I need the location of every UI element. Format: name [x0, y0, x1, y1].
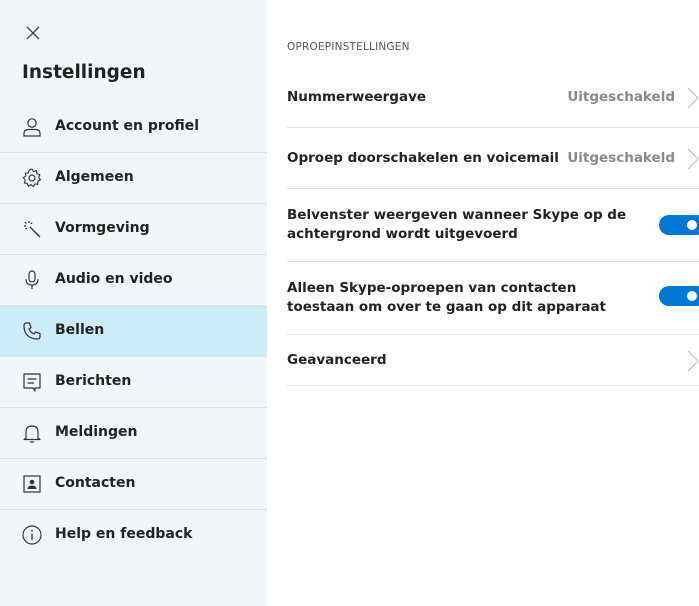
- sidebar-item-label: Account en profiel: [55, 118, 200, 134]
- chevron-right-icon: [687, 87, 699, 109]
- bell-icon: [21, 422, 43, 444]
- toggle-knob: [687, 291, 697, 301]
- toggle-knob: [687, 220, 697, 230]
- sidebar-item-label: Algemeen: [55, 169, 134, 185]
- setting-advanced[interactable]: Geavanceerd: [287, 335, 699, 386]
- close-icon[interactable]: [22, 22, 44, 44]
- setting-label: Nummerweergave: [287, 89, 427, 105]
- magic-wand-icon: [21, 218, 43, 240]
- contacts-only-toggle[interactable]: [659, 286, 699, 306]
- sidebar-item-label: Meldingen: [55, 424, 138, 440]
- contact-card-icon: [21, 473, 43, 495]
- sidebar-item-contacts[interactable]: Contacten: [0, 459, 267, 510]
- sidebar-item-label: Audio en video: [55, 271, 173, 287]
- chevron-right-icon: [687, 350, 699, 372]
- sidebar-item-label: Help en feedback: [55, 526, 193, 542]
- sidebar-item-messages[interactable]: Berichten: [0, 357, 267, 408]
- calling-settings-panel: OPROEPINSTELLINGEN Nummerweergave Uitges…: [287, 0, 699, 606]
- sidebar-item-label: Berichten: [55, 373, 132, 389]
- setting-label: Alleen Skype-oproepen van contacten toes…: [287, 280, 606, 315]
- setting-label: Oproep doorschakelen en voicemail: [287, 150, 559, 166]
- section-title: OPROEPINSTELLINGEN: [287, 41, 410, 53]
- sidebar-item-general[interactable]: Algemeen: [0, 153, 267, 204]
- sidebar-item-label: Contacten: [55, 475, 136, 491]
- settings-nav: Account en profiel Algemeen Vormgeving A…: [0, 102, 267, 561]
- chevron-right-icon: [687, 148, 699, 170]
- setting-label: Geavanceerd: [287, 352, 387, 368]
- setting-value: Uitgeschakeld: [567, 150, 675, 166]
- sidebar-item-help[interactable]: Help en feedback: [0, 510, 267, 561]
- sidebar-item-label: Vormgeving: [55, 220, 150, 236]
- gear-icon: [21, 167, 43, 189]
- sidebar-item-audio-video[interactable]: Audio en video: [0, 255, 267, 306]
- setting-value: Uitgeschakeld: [567, 89, 675, 105]
- person-icon: [21, 116, 43, 138]
- sidebar-item-account[interactable]: Account en profiel: [0, 102, 267, 153]
- settings-window: Instellingen Account en profiel Algemeen…: [0, 0, 699, 606]
- sidebar-item-appearance[interactable]: Vormgeving: [0, 204, 267, 255]
- setting-label: Belvenster weergeven wanneer Skype op de…: [287, 207, 627, 242]
- setting-call-forwarding[interactable]: Oproep doorschakelen en voicemail Uitges…: [287, 128, 699, 189]
- microphone-icon: [21, 269, 43, 291]
- settings-sidebar: Instellingen Account en profiel Algemeen…: [0, 0, 267, 606]
- sidebar-item-notifications[interactable]: Meldingen: [0, 408, 267, 459]
- call-window-toggle[interactable]: [659, 215, 699, 235]
- setting-call-window-background: Belvenster weergeven wanneer Skype op de…: [287, 189, 699, 262]
- message-icon: [21, 371, 43, 393]
- setting-caller-id[interactable]: Nummerweergave Uitgeschakeld: [287, 72, 699, 128]
- info-icon: [21, 524, 43, 546]
- sidebar-title: Instellingen: [22, 62, 146, 83]
- sidebar-item-calling[interactable]: Bellen: [0, 306, 267, 357]
- sidebar-item-label: Bellen: [55, 322, 105, 338]
- phone-icon: [21, 320, 43, 342]
- setting-contacts-only-calls: Alleen Skype-oproepen van contacten toes…: [287, 262, 699, 335]
